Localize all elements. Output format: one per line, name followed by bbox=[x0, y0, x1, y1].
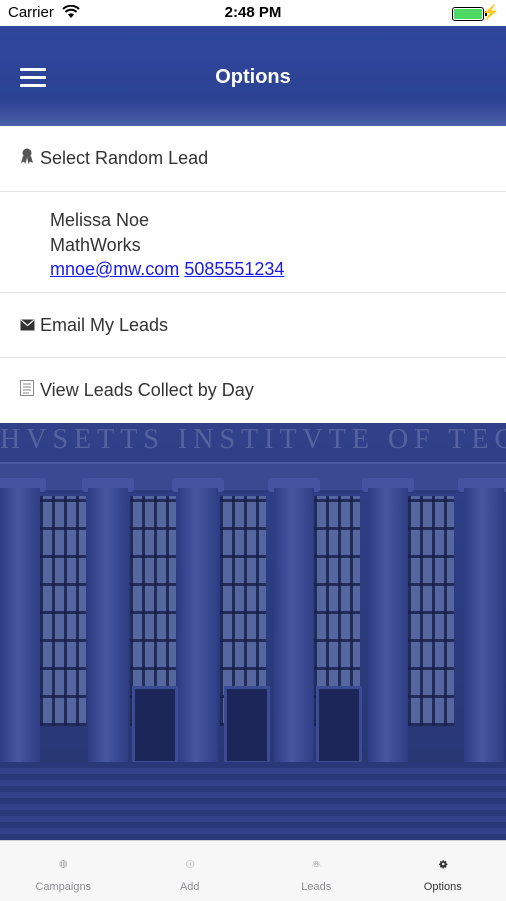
globe-icon bbox=[0, 846, 127, 882]
building-inscription: HVSETTS INSTITVTE OF TECH bbox=[0, 424, 506, 454]
tab-bar: Campaigns Add Leads bbox=[0, 840, 506, 901]
building-door bbox=[316, 686, 362, 764]
award-ribbon-icon bbox=[20, 148, 40, 167]
lead-phone-link[interactable]: 5085551234 bbox=[184, 259, 284, 279]
envelope-icon bbox=[20, 318, 40, 334]
lead-email-link[interactable]: mnoe@mw.com bbox=[50, 259, 179, 279]
building-steps bbox=[0, 762, 506, 840]
status-bar: Carrier 2:48 PM ⚡ bbox=[0, 0, 506, 26]
view-leads-by-day-button[interactable]: View Leads Collect by Day bbox=[0, 358, 506, 423]
select-random-lead-button[interactable]: Select Random Lead bbox=[0, 126, 506, 192]
plus-circle-icon bbox=[127, 846, 254, 882]
building-entablature bbox=[0, 462, 506, 493]
lead-name: Melissa Noe bbox=[50, 208, 506, 233]
tab-label: Leads bbox=[253, 881, 380, 893]
charging-bolt-icon: ⚡ bbox=[481, 3, 500, 21]
email-my-leads-button[interactable]: Email My Leads bbox=[0, 293, 506, 358]
building-door bbox=[224, 686, 270, 764]
building-column bbox=[368, 488, 408, 778]
building-door bbox=[132, 686, 178, 764]
select-random-lead-label: Select Random Lead bbox=[40, 148, 208, 168]
tab-label: Campaigns bbox=[0, 881, 127, 893]
building-column bbox=[464, 488, 504, 778]
navigation-bar: Options bbox=[0, 26, 506, 126]
tab-leads[interactable]: Leads bbox=[253, 841, 380, 901]
building-column bbox=[0, 488, 40, 778]
clock-time: 2:48 PM bbox=[0, 4, 506, 21]
page-title: Options bbox=[0, 66, 506, 89]
email-my-leads-label: Email My Leads bbox=[40, 315, 168, 335]
list-document-icon bbox=[20, 380, 40, 399]
tab-label: Add bbox=[127, 881, 254, 893]
tab-options[interactable]: Options bbox=[380, 841, 506, 901]
tab-label: Options bbox=[380, 881, 506, 893]
selected-lead-card: Melissa Noe MathWorks mnoe@mw.com 508555… bbox=[0, 192, 506, 293]
tab-campaigns[interactable]: Campaigns bbox=[0, 841, 127, 901]
gear-icon bbox=[380, 846, 506, 882]
building-column bbox=[274, 488, 314, 778]
building-column bbox=[88, 488, 128, 778]
options-list: Select Random Lead Melissa Noe MathWorks… bbox=[0, 126, 506, 423]
building-column bbox=[178, 488, 218, 778]
building-window bbox=[408, 496, 454, 726]
view-leads-by-day-label: View Leads Collect by Day bbox=[40, 380, 254, 400]
people-icon bbox=[253, 846, 380, 882]
building-window bbox=[40, 496, 86, 726]
lead-company: MathWorks bbox=[50, 233, 506, 258]
tab-add[interactable]: Add bbox=[127, 841, 254, 901]
battery-icon bbox=[452, 7, 484, 21]
